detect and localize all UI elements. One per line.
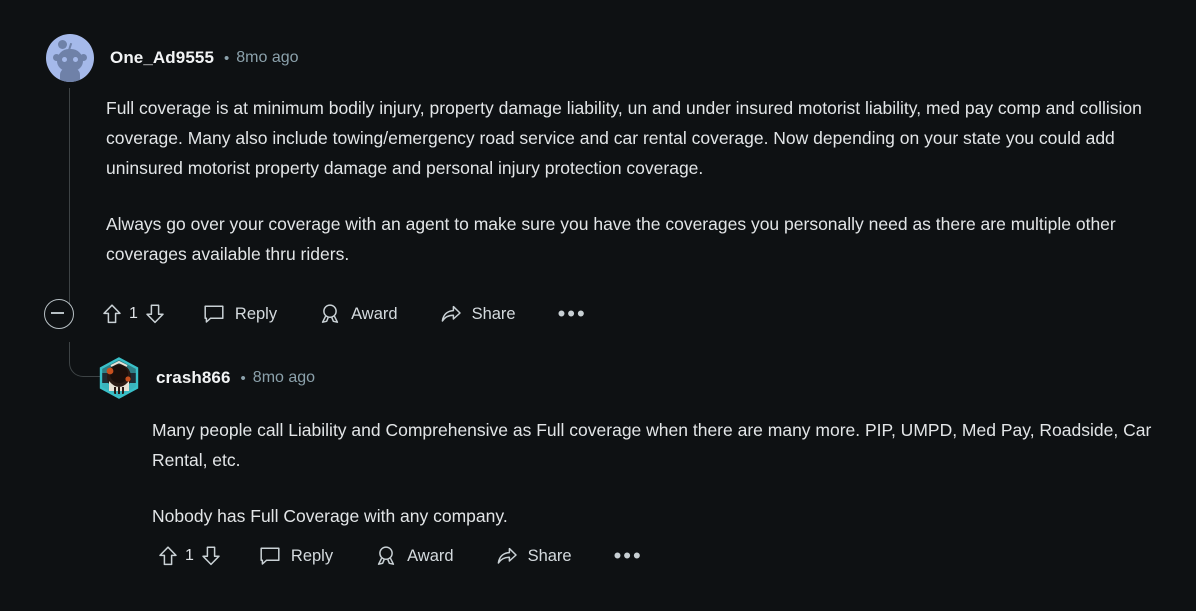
- upvote-button[interactable]: [158, 545, 178, 567]
- share-label: Share: [527, 546, 572, 565]
- snoo-body: [60, 68, 80, 82]
- comment-body: Many people call Liability and Comprehen…: [152, 415, 1168, 531]
- downvote-button[interactable]: [201, 545, 221, 567]
- share-arrow-icon: [496, 546, 518, 567]
- comment-paragraph: Nobody has Full Coverage with any compan…: [152, 506, 508, 526]
- overflow-menu-icon[interactable]: •••: [614, 545, 643, 567]
- comment-action-bar: 1 Reply Award Share •••: [158, 541, 643, 571]
- snoo-eye-left: [62, 57, 67, 62]
- meta-separator: •: [224, 49, 230, 67]
- comment-paragraph: Many people call Liability and Comprehen…: [152, 420, 1152, 470]
- comment-timestamp: 8mo ago: [236, 49, 299, 66]
- snoo-eye-right: [73, 57, 78, 62]
- vote-group: 1: [102, 303, 165, 325]
- downvote-button[interactable]: [145, 303, 165, 325]
- vote-group: 1: [158, 545, 221, 567]
- comment-header: crash866 • 8mo ago: [98, 357, 315, 399]
- meta-separator: •: [240, 369, 246, 387]
- thread-collapse-line[interactable]: [69, 88, 70, 304]
- collapse-thread-button[interactable]: [44, 299, 74, 329]
- reply-label: Reply: [290, 546, 334, 565]
- overflow-menu-icon[interactable]: •••: [558, 303, 587, 325]
- award-medal-icon: [319, 303, 341, 325]
- reply-label: Reply: [234, 304, 278, 323]
- comment-author[interactable]: One_Ad9555: [110, 48, 214, 68]
- comment-thread: One_Ad9555 • 8mo ago Full coverage is at…: [0, 0, 1196, 611]
- reply-button[interactable]: Reply: [203, 304, 277, 325]
- upvote-button[interactable]: [102, 303, 122, 325]
- reply-button[interactable]: Reply: [259, 546, 333, 567]
- award-button[interactable]: Award: [375, 545, 454, 567]
- award-label: Award: [351, 304, 398, 323]
- vote-count: 1: [129, 305, 138, 322]
- comment-author[interactable]: crash866: [156, 368, 231, 388]
- award-button[interactable]: Award: [319, 303, 398, 325]
- avatar[interactable]: [46, 34, 94, 82]
- vote-count: 1: [185, 547, 194, 564]
- comment-paragraph: Full coverage is at minimum bodily injur…: [106, 98, 1142, 178]
- comment-timestamp: 8mo ago: [252, 369, 316, 386]
- share-arrow-icon: [440, 304, 462, 325]
- share-button[interactable]: Share: [496, 546, 572, 567]
- award-medal-icon: [375, 545, 397, 567]
- thread-reply-connector: [69, 342, 100, 377]
- avatar[interactable]: [98, 357, 140, 399]
- comment-header: One_Ad9555 • 8mo ago: [46, 34, 299, 82]
- comment-body: Full coverage is at minimum bodily injur…: [44, 93, 1168, 329]
- comment-bubble-icon: [203, 304, 225, 325]
- award-label: Award: [407, 546, 454, 565]
- comment-bubble-icon: [259, 546, 281, 567]
- comment-action-bar: 1 Reply Award Share •••: [44, 299, 1168, 329]
- share-label: Share: [471, 304, 516, 323]
- share-button[interactable]: Share: [440, 304, 516, 325]
- comment-paragraph: Always go over your coverage with an age…: [106, 214, 1116, 264]
- snoo-antenna-bulb: [58, 40, 67, 49]
